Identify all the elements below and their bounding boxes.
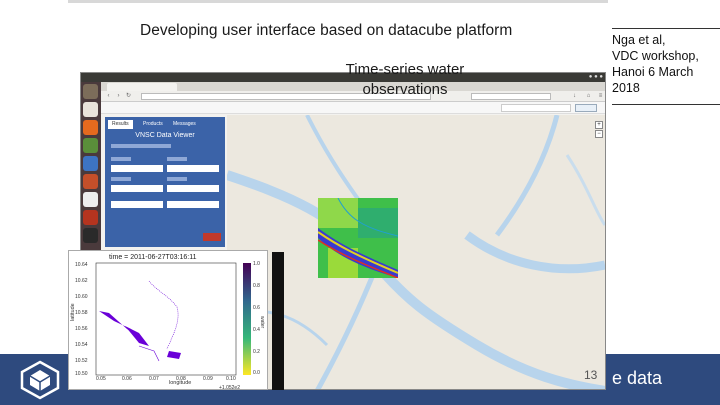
end-date-field[interactable] (167, 201, 219, 208)
data-viewer-panel: Results Products Messages VNSC Data View… (105, 117, 225, 247)
spreadsheet-icon[interactable] (83, 138, 98, 153)
attribution-line: Hanoi 6 March (612, 65, 694, 79)
panel-label (111, 144, 171, 148)
amazon-icon[interactable] (83, 192, 98, 207)
x-tick: 0.09 (203, 376, 213, 382)
y-axis-label: latitude (70, 303, 76, 321)
y-tick: 10.50 (75, 371, 88, 377)
y-tick: 10.52 (75, 358, 88, 364)
reload-icon[interactable]: ↻ (125, 93, 132, 100)
footer-text: e data (612, 368, 663, 388)
map-annotation-line: observations (362, 81, 448, 98)
y-tick: 10.60 (75, 294, 88, 300)
presentation-icon[interactable] (83, 174, 98, 189)
x-tick: 0.10 (226, 376, 236, 382)
back-icon[interactable]: ‹ (105, 93, 112, 100)
tab-products[interactable]: Products (139, 120, 167, 129)
tab-results[interactable]: Results (108, 120, 133, 129)
y-tick: 10.64 (75, 262, 88, 268)
forward-icon[interactable]: › (115, 93, 122, 100)
dash-icon[interactable] (83, 84, 98, 99)
map-annotation-line: Time-series water (345, 61, 465, 78)
y-tick: 10.58 (75, 310, 88, 316)
slide-title: Developing user interface based on datac… (140, 22, 513, 39)
zoom-in-button[interactable]: + (595, 121, 603, 129)
black-divider (272, 252, 284, 390)
x-tick: 0.05 (96, 376, 106, 382)
colorbar-tick: 0.2 (253, 349, 260, 355)
attribution: Nga et al, VDC workshop, Hanoi 6 March 2… (612, 32, 716, 96)
panel-label (111, 157, 131, 161)
download-icon[interactable]: ↓ (571, 93, 578, 100)
water-time-plot: time = 2011-06-27T03:16:11 10.64 10.62 1… (68, 250, 268, 391)
max-lon-field[interactable] (167, 185, 219, 192)
x-axis-label: longitude (169, 380, 192, 386)
firefox-icon[interactable] (83, 120, 98, 135)
min-lat-field[interactable] (111, 165, 163, 172)
x-offset-label: +1.052e2 (219, 385, 240, 391)
plot-canvas (95, 262, 251, 376)
y-tick: 10.54 (75, 342, 88, 348)
settings-icon[interactable] (83, 210, 98, 225)
colorbar-label: water (259, 316, 265, 329)
attribution-line: VDC workshop, (612, 49, 699, 63)
panel-label (111, 177, 131, 181)
y-tick: 10.56 (75, 326, 88, 332)
start-date-field[interactable] (111, 201, 163, 208)
window-controls-icon[interactable]: ● ● ● (589, 74, 603, 80)
app-navbar (101, 102, 605, 114)
attribution-top-rule (612, 28, 720, 29)
top-band (68, 0, 608, 3)
water-raster-overlay (318, 198, 398, 278)
map-annotation-title: Time-series water observations (315, 60, 495, 100)
cube-logo-icon (20, 360, 60, 400)
zoom-out-button[interactable]: − (595, 130, 603, 138)
x-tick: 0.07 (149, 376, 159, 382)
document-icon[interactable] (83, 156, 98, 171)
files-icon[interactable] (83, 102, 98, 117)
attribution-bottom-rule (612, 104, 720, 105)
browser-tab[interactable] (107, 83, 177, 91)
slide: Developing user interface based on datac… (0, 0, 720, 405)
home-icon[interactable]: ⌂ (585, 93, 592, 100)
panel-title: VNSC Data Viewer (135, 132, 195, 139)
x-tick: 0.06 (122, 376, 132, 382)
terminal-icon[interactable] (83, 228, 98, 243)
max-lat-field[interactable] (167, 165, 219, 172)
y-tick: 10.62 (75, 278, 88, 284)
attribution-line: Nga et al, (612, 33, 666, 47)
menu-icon[interactable]: ≡ (597, 93, 604, 100)
colorbar-tick: 1.0 (253, 261, 260, 267)
panel-label (167, 157, 187, 161)
app-search-input[interactable] (501, 104, 571, 112)
colorbar-tick: 0.0 (253, 370, 260, 376)
min-lon-field[interactable] (111, 185, 163, 192)
panel-label (167, 177, 187, 181)
submit-button[interactable] (203, 233, 221, 241)
tab-messages[interactable]: Messages (169, 120, 200, 129)
attribution-line: 2018 (612, 81, 640, 95)
colorbar-tick: 0.6 (253, 305, 260, 311)
app-search-button[interactable] (575, 104, 597, 112)
page-number: 13 (584, 368, 598, 382)
colorbar-tick: 0.8 (253, 283, 260, 289)
